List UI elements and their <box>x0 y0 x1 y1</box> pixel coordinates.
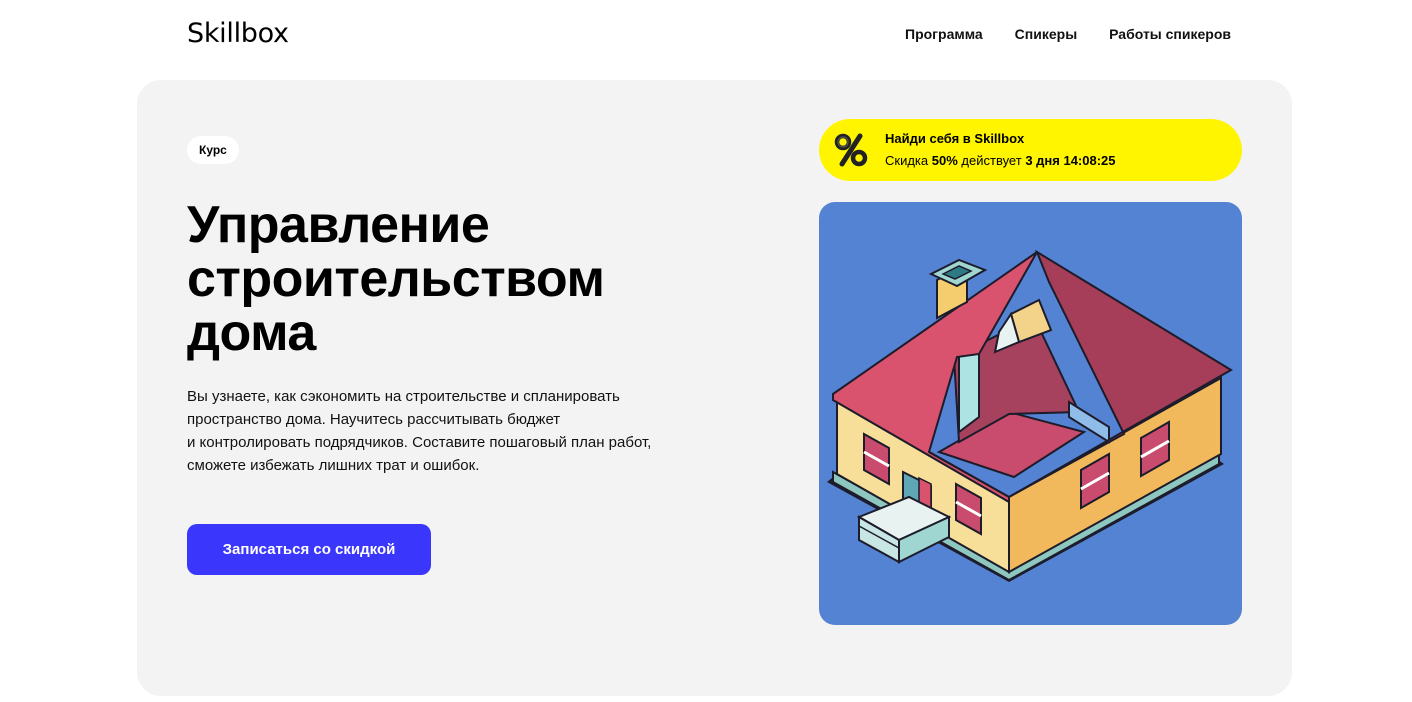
discount-promo-banner[interactable]: Найди себя в Skillbox Скидка 50% действу… <box>819 119 1242 181</box>
promo-text: Скидка 50% действует 3 дня 14:08:25 <box>885 153 1116 168</box>
skillbox-logo[interactable]: Skillbox <box>187 18 289 49</box>
percent-icon <box>834 133 868 167</box>
site-header: Skillbox Программа Спикеры Работы спикер… <box>0 0 1412 70</box>
promo-duration: 3 дня <box>1025 153 1060 168</box>
house-illustration <box>819 202 1242 625</box>
house-icon <box>827 249 1233 582</box>
hero-section: Курс Управление строительством дома Вы у… <box>137 80 1292 696</box>
title-line: Управление <box>187 196 490 254</box>
nav-link-speakers[interactable]: Спикеры <box>1015 26 1077 42</box>
description-line: и контролировать подрядчиков. Составите … <box>187 434 652 451</box>
main-nav: Программа Спикеры Работы спикеров <box>905 26 1231 42</box>
promo-text-prefix: Скидка <box>885 153 929 168</box>
description-line: Вы узнаете, как сэкономить на строительс… <box>187 388 620 405</box>
enroll-discount-button[interactable]: Записаться со скидкой <box>187 524 431 575</box>
title-line: строительством <box>187 250 605 308</box>
title-line: дома <box>187 304 316 362</box>
description-line: сможете избежать лишних трат и ошибок. <box>187 457 480 474</box>
promo-text-middle: действует <box>961 153 1022 168</box>
course-badge: Курс <box>187 136 239 164</box>
promo-discount: 50% <box>931 153 958 168</box>
page-title: Управление строительством дома <box>187 198 747 360</box>
nav-link-speaker-works[interactable]: Работы спикеров <box>1109 26 1231 42</box>
description-line: пространство дома. Научитесь рассчитыват… <box>187 411 561 428</box>
nav-link-program[interactable]: Программа <box>905 26 983 42</box>
promo-timer: 14:08:25 <box>1063 153 1116 168</box>
course-description: Вы узнаете, как сэкономить на строительс… <box>187 385 747 477</box>
promo-title: Найди себя в Skillbox <box>885 131 1025 146</box>
